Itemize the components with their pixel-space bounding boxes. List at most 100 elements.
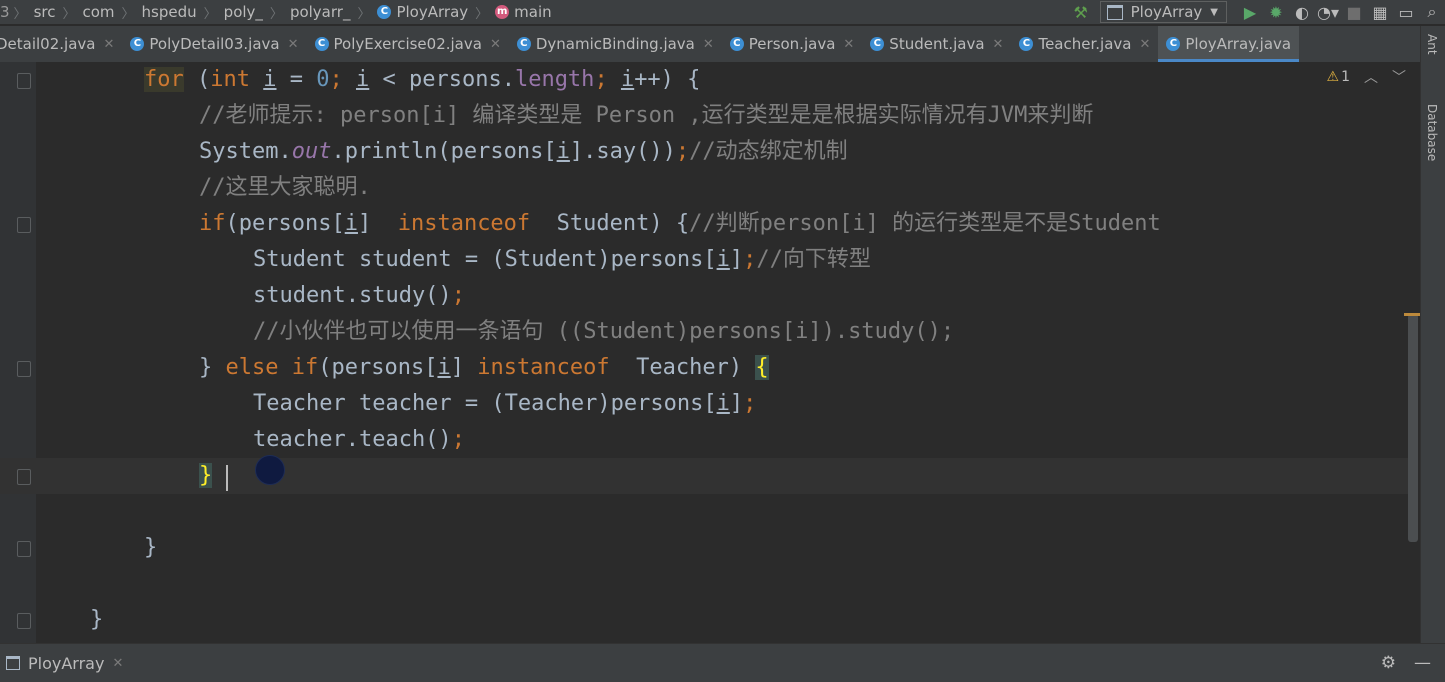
close-icon[interactable]: ✕ — [490, 37, 501, 52]
breadcrumb-item-src[interactable]: 〉 src — [14, 3, 56, 22]
tab-ployarray[interactable]: C PloyArray.java — [1158, 26, 1300, 62]
code-text: } — [144, 535, 158, 560]
editor-tabs: Detail02.java ✕ C PolyDetail03.java ✕ C … — [0, 26, 1420, 63]
code-line[interactable]: } — [90, 602, 103, 638]
code-editor[interactable]: for (int i = 0; i < persons.length; i++)… — [0, 62, 1420, 643]
search-icon[interactable]: ⌕ — [1419, 2, 1445, 22]
matched-brace: } — [199, 463, 213, 488]
close-icon[interactable]: ✕ — [288, 37, 299, 52]
keyword-instanceof: instanceof — [397, 211, 531, 236]
inspection-widget[interactable]: ⚠ 1 ︿ ﹀ — [1327, 67, 1406, 87]
tab-student[interactable]: C Student.java ✕ — [862, 26, 1011, 62]
fold-marker-icon[interactable] — [17, 469, 31, 485]
warning-stripe-marker[interactable] — [1404, 313, 1420, 316]
run-tool-window-bar: PloyArray ✕ ⚙ — — [0, 643, 1445, 682]
code-comment: //小伙伴也可以使用一条语句 ((Student)persons[i]).stu… — [253, 319, 955, 344]
close-icon[interactable]: ✕ — [1139, 37, 1150, 52]
coverage-icon[interactable]: ◐ — [1289, 3, 1315, 22]
fold-marker-icon[interactable] — [17, 613, 31, 629]
fold-marker-icon[interactable] — [17, 217, 31, 233]
code-line[interactable]: //这里大家聪明. — [199, 170, 371, 206]
tab-person[interactable]: C Person.java ✕ — [722, 26, 863, 62]
chevron-right-icon: 〉 — [62, 6, 76, 22]
close-icon[interactable]: ✕ — [103, 37, 114, 52]
breadcrumb-item-poly[interactable]: 〉 poly_ — [197, 3, 263, 22]
semicolon: ; — [451, 283, 465, 308]
application-icon — [6, 656, 20, 670]
chevron-right-icon: 〉 — [121, 6, 135, 22]
window-icon[interactable]: ▭ — [1393, 3, 1419, 22]
close-icon[interactable]: ✕ — [843, 37, 854, 52]
code-text: ] — [357, 211, 372, 236]
fold-marker-icon[interactable] — [17, 361, 31, 377]
breadcrumb-item-class[interactable]: 〉 C PloyArray — [350, 3, 468, 22]
class-icon: C — [130, 37, 145, 51]
code-line[interactable]: System.out.println(persons[i].say());//动… — [199, 134, 848, 170]
ant-tool-button[interactable]: Ant — [1425, 34, 1439, 55]
chevron-up-icon[interactable]: ︿ — [1364, 67, 1378, 87]
tab-polydetail03[interactable]: C PolyDetail03.java ✕ — [122, 26, 306, 62]
code-text: (persons[ — [225, 211, 345, 236]
close-icon[interactable]: ✕ — [993, 37, 1004, 52]
tab-dynamicbinding[interactable]: C DynamicBinding.java ✕ — [509, 26, 722, 62]
code-line[interactable]: //老师提示: person[i] 编译类型是 Person ,运行类型是是根据… — [199, 98, 1093, 134]
build-hammer-icon[interactable]: ⚒ — [1068, 3, 1094, 22]
semicolon: ; — [451, 427, 465, 452]
database-tool-button[interactable]: Database — [1425, 104, 1439, 161]
class-icon: C — [377, 5, 392, 19]
keyword-if: if — [291, 355, 319, 380]
close-icon[interactable]: ✕ — [112, 656, 123, 671]
close-icon[interactable]: ✕ — [703, 37, 714, 52]
code-line[interactable]: } — [144, 530, 157, 566]
breadcrumb-item-com[interactable]: 〉 com — [55, 3, 114, 22]
code-line[interactable]: student.study(); — [253, 278, 465, 314]
code-line[interactable]: } — [199, 458, 213, 494]
tab-label: Student.java — [889, 35, 985, 53]
tab-teacher[interactable]: C Teacher.java ✕ — [1011, 26, 1158, 62]
project-structure-icon[interactable]: ▦ — [1367, 3, 1393, 22]
code-line[interactable]: Student student = (Student)persons[i];//… — [253, 242, 871, 278]
fold-marker-icon[interactable] — [17, 541, 31, 557]
variable-i: i — [620, 67, 635, 92]
code-text: ++) { — [634, 67, 701, 92]
gear-icon[interactable]: ⚙ — [1381, 653, 1396, 673]
run-configuration-select[interactable]: PloyArray ▼ — [1099, 1, 1227, 23]
run-tab-label[interactable]: PloyArray — [28, 654, 104, 673]
keyword-instanceof: instanceof — [477, 355, 610, 380]
breadcrumb-label: polyarr_ — [289, 3, 351, 21]
breadcrumb-item-hspedu[interactable]: 〉 hspedu — [115, 3, 197, 22]
main-toolbar: ⚒ PloyArray ▼ ▶ ✹ ◐ ◔▾ ■ ▦ ▭ ⌕ — [1068, 0, 1445, 24]
tab-polyexercise02[interactable]: C PolyExercise02.java ✕ — [307, 26, 509, 62]
breadcrumb-item-polyarr[interactable]: 〉 polyarr_ — [263, 3, 351, 22]
chevron-down-icon[interactable]: ﹀ — [1392, 67, 1406, 87]
fold-marker-icon[interactable] — [17, 73, 31, 89]
debug-icon[interactable]: ✹ — [1263, 3, 1289, 22]
code-line[interactable]: teacher.teach(); — [253, 422, 465, 458]
run-icon[interactable]: ▶ — [1237, 3, 1263, 22]
mouse-click-indicator — [255, 455, 285, 485]
breadcrumb-label: poly_ — [223, 3, 263, 21]
code-line[interactable]: } else if(persons[i] instanceof Teacher)… — [199, 350, 769, 386]
code-line[interactable]: //小伙伴也可以使用一条语句 ((Student)persons[i]).stu… — [253, 314, 954, 350]
tab-label: Detail02.java — [0, 35, 96, 53]
keyword-int: int — [210, 67, 250, 92]
breadcrumb-label: hspedu — [141, 3, 197, 21]
tool-window-actions: ⚙ — — [1363, 653, 1431, 673]
breadcrumb-item-method[interactable]: 〉 m main — [468, 3, 552, 22]
code-text: ].say()) — [569, 139, 676, 164]
tab-detail02[interactable]: Detail02.java ✕ — [0, 26, 122, 62]
minimize-icon[interactable]: — — [1414, 653, 1431, 673]
application-icon — [1106, 4, 1123, 20]
stop-icon[interactable]: ■ — [1341, 3, 1367, 22]
editor-scrollbar[interactable] — [1408, 314, 1418, 542]
code-text: (persons[ — [318, 355, 438, 380]
code-line[interactable]: for (int i = 0; i < persons.length; i++)… — [144, 62, 700, 98]
tab-label: PloyArray.java — [1185, 35, 1292, 53]
nav-overflow-glyph: 3 — [0, 3, 10, 21]
semicolon: ; — [743, 247, 757, 272]
code-line[interactable]: if(persons[i] instanceof Student) {//判断p… — [199, 206, 1161, 242]
code-comment: //动态绑定机制 — [689, 139, 848, 164]
method-icon: m — [495, 5, 510, 19]
profile-icon[interactable]: ◔▾ — [1315, 3, 1341, 22]
code-line[interactable]: Teacher teacher = (Teacher)persons[i]; — [253, 386, 756, 422]
